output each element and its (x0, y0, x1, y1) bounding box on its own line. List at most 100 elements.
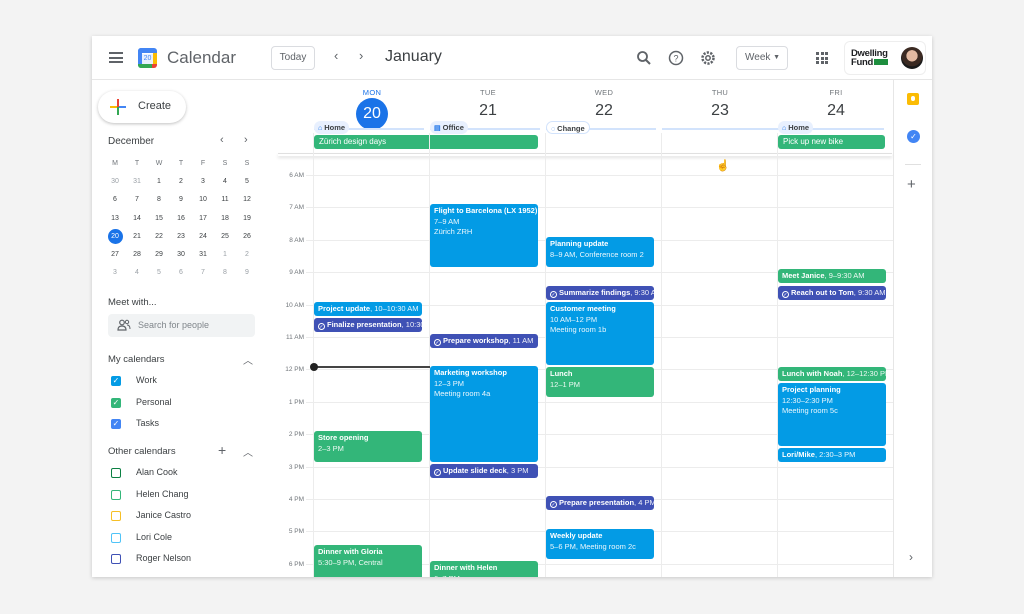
checkbox-checked[interactable]: ✓ (111, 397, 121, 408)
user-avatar[interactable] (901, 47, 923, 69)
working-location-home-fri[interactable]: ⌂ Home (778, 121, 814, 134)
working-location-home-mon[interactable]: ⌂ Home (314, 121, 350, 134)
working-location-office-tue[interactable]: ▤ Office (430, 121, 468, 134)
mini-calendar-day[interactable]: 13 (104, 211, 126, 229)
mini-calendar-day[interactable]: 1 (148, 174, 170, 192)
mini-calendar-day[interactable]: 24 (192, 229, 214, 247)
settings-gear-icon[interactable] (699, 49, 717, 67)
day-date[interactable]: 21 (430, 102, 546, 120)
mini-calendar-day[interactable]: 16 (170, 211, 192, 229)
event-project-update[interactable]: Project update, 10–10:30 AM (314, 302, 422, 316)
expand-panel-icon[interactable]: › (909, 550, 913, 564)
mini-calendar-day[interactable]: 12 (236, 192, 258, 210)
task-summarize-findings[interactable]: ✓Summarize findings, 9:30 AM (546, 286, 654, 300)
day-date-today[interactable]: 20 (356, 98, 388, 130)
event-store-opening[interactable]: Store opening 2–3 PM (314, 431, 422, 462)
today-button[interactable]: Today (271, 46, 315, 70)
checkbox-unchecked[interactable] (111, 468, 121, 478)
mini-calendar-day[interactable]: 6 (104, 192, 126, 210)
event-project-planning[interactable]: Project planning 12:30–2:30 PM Meeting roo… (778, 383, 886, 446)
checkbox-checked[interactable]: ✓ (111, 419, 121, 430)
mini-calendar-day[interactable]: 29 (148, 247, 170, 265)
mini-calendar-day[interactable]: 8 (214, 265, 236, 283)
event-flight-barcelona[interactable]: Flight to Barcelona (LX 1952) 7–9 AM Züric… (430, 204, 538, 267)
task-prepare-presentation[interactable]: ✓ Prepare presentation, 4 PM (546, 496, 654, 510)
mini-calendar-day[interactable]: 5 (148, 265, 170, 283)
mini-calendar-day[interactable]: 21 (126, 229, 148, 247)
mini-calendar-day[interactable]: 17 (192, 211, 214, 229)
day-header-thu[interactable]: THU 23 (662, 88, 778, 120)
mini-calendar-day[interactable]: 23 (170, 229, 192, 247)
task-update-slide-deck[interactable]: ✓ Update slide deck, 3 PM (430, 464, 538, 478)
mini-calendar-day[interactable]: 27 (104, 247, 126, 265)
mini-calendar-day[interactable]: 9 (236, 265, 258, 283)
mini-calendar-day[interactable]: 8 (148, 192, 170, 210)
mini-calendar-day[interactable]: 26 (236, 229, 258, 247)
checkbox-unchecked[interactable] (111, 554, 121, 565)
search-icon[interactable] (635, 49, 653, 67)
google-apps-icon[interactable] (816, 52, 828, 64)
create-button[interactable]: Create (98, 91, 186, 123)
event-dinner-helen[interactable]: Dinner with Helen 6–7 PM (430, 561, 538, 577)
mini-calendar-day[interactable]: 7 (126, 192, 148, 210)
mini-calendar-day[interactable]: 30 (170, 247, 192, 265)
add-other-calendar-icon[interactable]: + (218, 442, 226, 458)
all-day-event[interactable]: Pick up new bike (778, 135, 885, 149)
event-weekly-update[interactable]: Weekly update 5–6 PM, Meeting room 2c (546, 529, 654, 559)
previous-week-button[interactable]: ‹ (334, 48, 338, 63)
event-lunch[interactable]: Lunch 12–1 PM (546, 367, 654, 397)
my-calendars-collapse-icon[interactable]: ︿ (243, 352, 253, 367)
event-dinner-gloria[interactable]: Dinner with Gloria 5:30–9 PM, Central (314, 545, 422, 577)
add-addon-icon[interactable]: + (907, 176, 916, 193)
day-date[interactable]: 22 (546, 102, 662, 120)
mini-calendar-day[interactable]: 30 (104, 174, 126, 192)
mini-calendar-day[interactable]: 19 (236, 211, 258, 229)
search-people-input[interactable]: Search for people (108, 314, 255, 337)
working-location-change-wed[interactable]: ◌ Change (546, 121, 590, 134)
mini-calendar-day[interactable]: 11 (214, 192, 236, 210)
mini-calendar-day[interactable]: 6 (170, 265, 192, 283)
day-header-tue[interactable]: TUE 21 (430, 88, 546, 120)
keep-icon[interactable] (907, 93, 919, 105)
mini-calendar-day[interactable]: 2 (236, 247, 258, 265)
event-lori-mike[interactable]: Lori/Mike, 2:30–3 PM (778, 448, 886, 462)
all-day-event[interactable]: Zürich design days (314, 135, 538, 149)
mini-calendar-day[interactable]: 9 (170, 192, 192, 210)
main-menu-icon[interactable] (109, 52, 123, 63)
day-date[interactable]: 23 (662, 102, 778, 120)
mini-calendar-next-icon[interactable]: › (244, 134, 248, 146)
mini-calendar-day[interactable]: 2 (170, 174, 192, 192)
mini-calendar-day[interactable]: 28 (126, 247, 148, 265)
help-icon[interactable]: ? (667, 49, 685, 67)
event-meet-janice[interactable]: Meet Janice, 9–9:30 AM (778, 269, 886, 283)
checkbox-unchecked[interactable] (111, 489, 121, 500)
mini-calendar-day[interactable]: 3 (104, 265, 126, 283)
mini-calendar-day[interactable]: 18 (214, 211, 236, 229)
tasks-icon[interactable]: ✓ (907, 130, 920, 143)
day-header-wed[interactable]: WED 22 (546, 88, 662, 120)
checkbox-unchecked[interactable] (111, 532, 121, 543)
next-week-button[interactable]: › (359, 48, 363, 63)
day-header-fri[interactable]: FRI 24 (778, 88, 894, 120)
event-marketing-workshop[interactable]: Marketing workshop 12–3 PM Meeting room 4a (430, 366, 538, 462)
mini-calendar-day[interactable]: 4 (214, 174, 236, 192)
event-planning-update[interactable]: Planning update 8–9 AM, Conference room 2 (546, 237, 654, 267)
mini-calendar-day[interactable]: 31 (192, 247, 214, 265)
mini-calendar-day[interactable]: 22 (148, 229, 170, 247)
day-date[interactable]: 24 (778, 102, 894, 120)
mini-calendar-day[interactable]: 4 (126, 265, 148, 283)
mini-calendar-day[interactable]: 10 (192, 192, 214, 210)
event-customer-meeting[interactable]: Customer meeting 10 AM–12 PM Meeting room … (546, 302, 654, 365)
mini-calendar-day[interactable]: 1 (214, 247, 236, 265)
task-prepare-workshop[interactable]: ✓ Prepare workshop, 11 AM (430, 334, 538, 348)
mini-calendar-day-today[interactable]: 20 (104, 228, 126, 247)
mini-calendar-day[interactable]: 3 (192, 174, 214, 192)
view-select-dropdown[interactable]: Week ▼ (736, 46, 788, 70)
other-calendars-collapse-icon[interactable]: ︿ (243, 444, 253, 459)
mini-calendar-day[interactable]: 5 (236, 174, 258, 192)
mini-calendar-day[interactable]: 25 (214, 229, 236, 247)
account-area[interactable]: Dwelling Fund (844, 41, 926, 75)
checkbox-checked[interactable]: ✓ (111, 376, 121, 386)
mini-calendar-day[interactable]: 7 (192, 265, 214, 283)
mini-calendar-day[interactable]: 31 (126, 174, 148, 192)
